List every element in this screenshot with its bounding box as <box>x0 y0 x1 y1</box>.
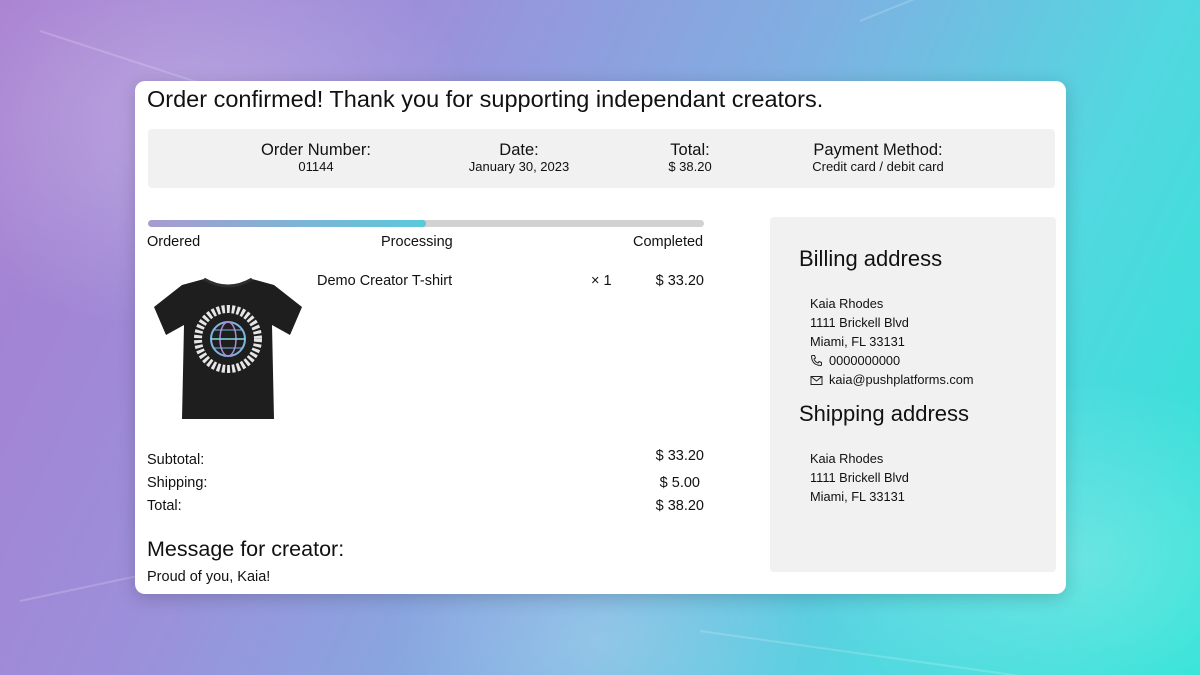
order-number-block: Order Number: 01144 <box>228 141 404 175</box>
order-summary-bar: Order Number: 01144 Date: January 30, 20… <box>148 129 1055 188</box>
payment-method-block: Payment Method: Credit card / debit card <box>778 141 978 175</box>
order-confirmation-card: Order confirmed! Thank you for supportin… <box>135 81 1066 594</box>
total-label: Total: <box>670 141 710 159</box>
order-progress-bar <box>148 220 704 227</box>
billing-city: Miami, FL 33131 <box>810 334 905 349</box>
progress-step-completed: Completed <box>633 234 704 250</box>
total-label-bottom: Total: <box>147 498 182 514</box>
billing-name: Kaia Rhodes <box>810 296 884 311</box>
progress-step-processing: Processing <box>381 234 453 250</box>
date-value: January 30, 2023 <box>468 159 570 174</box>
order-progress-fill <box>148 220 426 227</box>
date-label: Date: <box>499 141 539 159</box>
address-panel: Billing address Kaia Rhodes 1111 Brickel… <box>770 217 1056 572</box>
product-name: Demo Creator T-shirt <box>317 273 453 289</box>
total-block: Total: $ 38.20 <box>640 141 740 175</box>
shipping-street: 1111 Brickell Blvd <box>810 470 909 485</box>
message-text: Proud of you, Kaia! <box>147 569 271 585</box>
shipping-address-heading: Shipping address <box>799 401 970 426</box>
page-title: Order confirmed! Thank you for supportin… <box>147 86 824 112</box>
billing-address-heading: Billing address <box>799 246 943 271</box>
t-shirt-image <box>148 269 308 429</box>
billing-phone: 0000000000 <box>829 353 901 368</box>
background-crease <box>699 630 1117 675</box>
subtotal-label: Subtotal: <box>147 452 205 468</box>
shipping-name: Kaia Rhodes <box>810 451 884 466</box>
payment-method-label: Payment Method: <box>813 141 943 159</box>
total-value-bottom: $ 38.20 <box>655 498 704 514</box>
shipping-city: Miami, FL 33131 <box>810 489 905 504</box>
background-crease <box>859 0 1139 22</box>
progress-step-ordered: Ordered <box>147 234 201 250</box>
total-value: $ 38.20 <box>668 159 712 174</box>
shipping-label: Shipping: <box>147 475 208 491</box>
subtotal-value: $ 33.20 <box>655 448 704 464</box>
phone-icon <box>810 355 822 367</box>
date-block: Date: January 30, 2023 <box>440 141 598 175</box>
order-number-value: 01144 <box>298 159 334 174</box>
shipping-value: $ 5.00 <box>659 475 700 491</box>
message-heading: Message for creator: <box>147 537 345 561</box>
billing-email: kaia@pushplatforms.com <box>829 372 974 387</box>
product-quantity: × 1 <box>591 273 612 289</box>
payment-method-value: Credit card / debit card <box>812 159 944 174</box>
order-number-label: Order Number: <box>260 141 372 159</box>
billing-street: 1111 Brickell Blvd <box>810 315 909 330</box>
envelope-icon <box>810 376 823 385</box>
product-price: $ 33.20 <box>655 273 704 289</box>
